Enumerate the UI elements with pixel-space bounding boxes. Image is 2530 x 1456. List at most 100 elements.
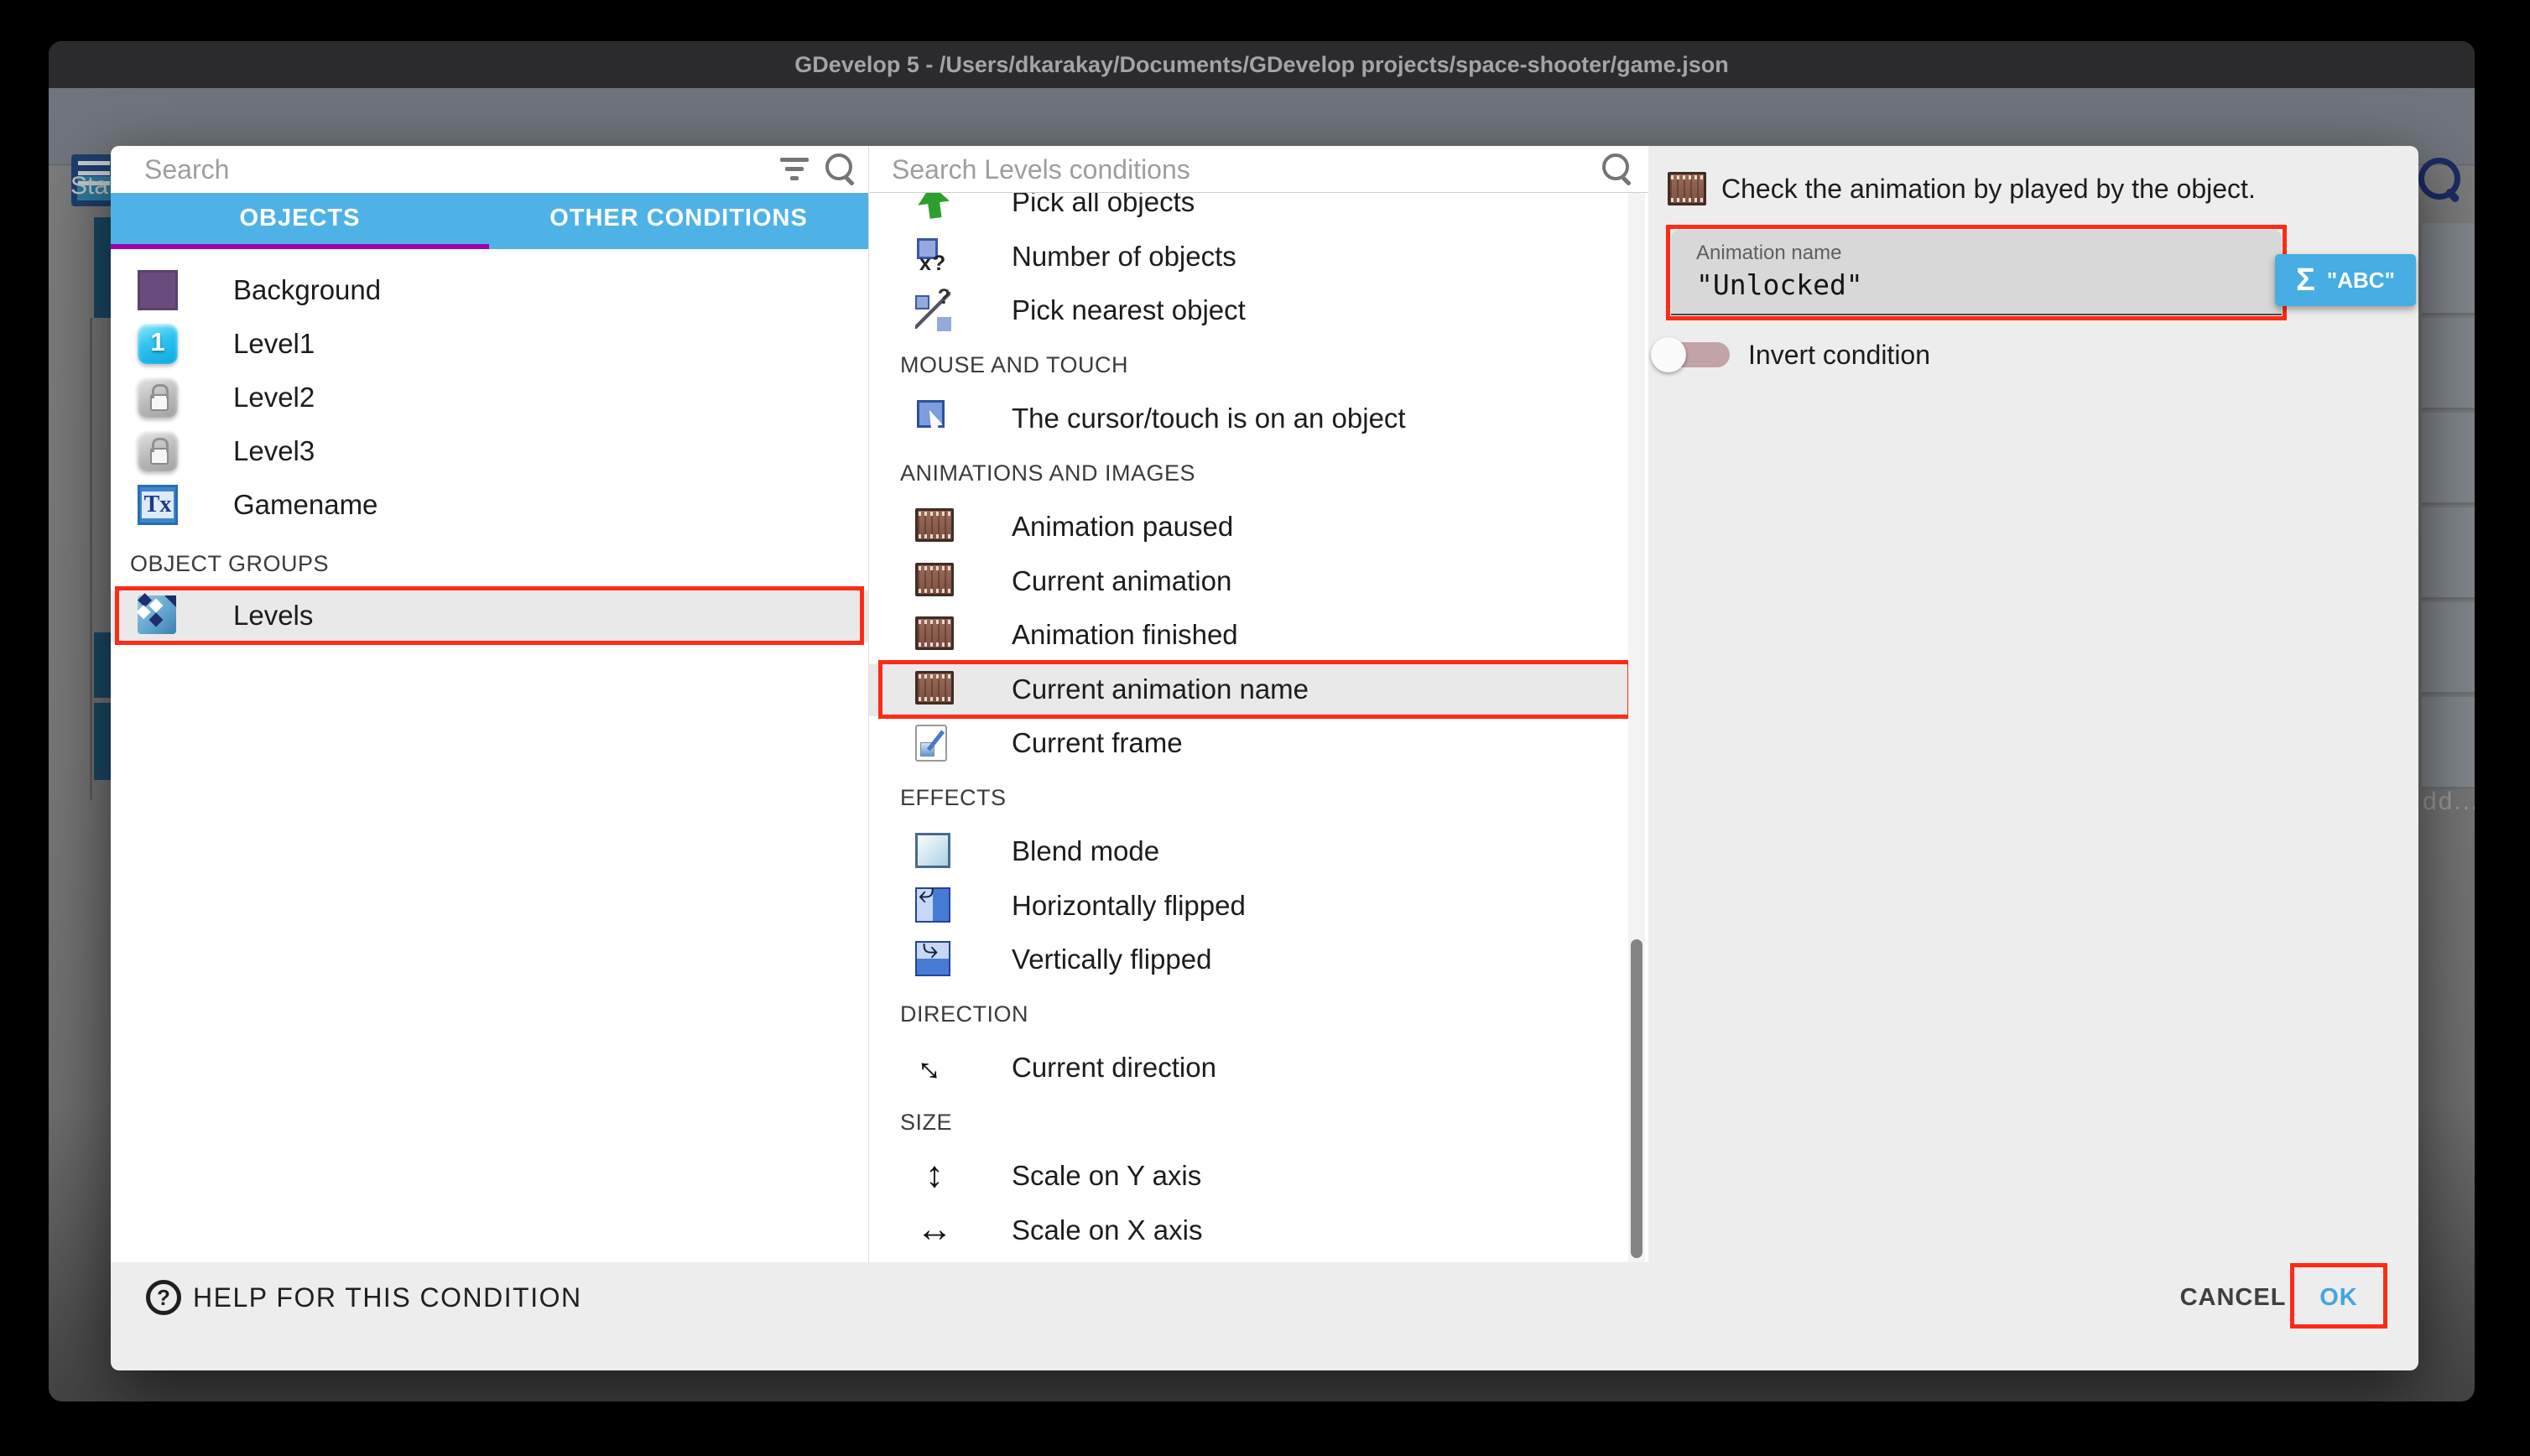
condition-section-header: DIRECTION — [900, 1001, 1028, 1027]
condition-list-item[interactable]: Scale on Y axis — [869, 1149, 1628, 1203]
row-label: Gamename — [233, 478, 377, 532]
tab-objects[interactable]: OBJECTS — [111, 193, 489, 244]
condition-list-item[interactable]: Current animation name — [869, 663, 1628, 716]
group-levels-icon — [138, 595, 176, 634]
row-label: Blend mode — [1012, 824, 1159, 878]
background-tab-fragment: Sta — [70, 172, 108, 200]
search-icon[interactable] — [2415, 154, 2464, 205]
row-label: Vertically flipped — [1012, 933, 1211, 986]
scale-x-icon — [915, 1212, 954, 1251]
background-event-block — [94, 632, 112, 698]
row-label: Levels — [233, 589, 313, 642]
row-label: Background — [233, 263, 381, 317]
background-event-row — [2422, 507, 2475, 600]
background-event-block — [94, 703, 112, 780]
row-label: Number of objects — [1012, 230, 1236, 283]
object-list-item[interactable]: Level2 — [111, 371, 868, 424]
background-event-row — [2422, 413, 2475, 505]
condition-list-item[interactable]: Animation paused — [869, 500, 1628, 554]
objects-search-input[interactable] — [144, 151, 748, 188]
film-icon — [1668, 172, 1706, 205]
object-list-item[interactable]: Level3 — [111, 424, 868, 478]
background-event-block — [94, 217, 112, 318]
filter-icon[interactable] — [780, 158, 809, 183]
conditions-list: Pick all objectsNumber of objectsPick ne… — [869, 193, 1648, 1262]
row-label: Current animation name — [1012, 663, 1309, 716]
condition-list-item[interactable]: Current frame — [869, 716, 1628, 770]
row-label: Scale on Y axis — [1012, 1149, 1201, 1203]
app-window: GDevelop 5 - /Users/dkarakay/Documents/G… — [49, 41, 2475, 1401]
level-locked-icon — [138, 377, 178, 418]
hflip-icon — [915, 887, 950, 923]
row-label: Level3 — [233, 424, 315, 478]
row-label: Level2 — [233, 371, 315, 424]
invert-condition-toggle-knob[interactable] — [1651, 337, 1686, 372]
condition-section-header: ANIMATIONS AND IMAGES — [900, 460, 1195, 486]
condition-list-item[interactable]: Blend mode — [869, 824, 1628, 878]
background-truncated-text: dd... — [2423, 788, 2475, 816]
condition-list-item[interactable]: Current animation — [869, 554, 1628, 608]
object-list-item[interactable]: Level1 — [111, 317, 868, 371]
nearest-icon — [915, 292, 950, 329]
condition-section-header: MOUSE AND TOUCH — [900, 352, 1128, 378]
tab-other-conditions[interactable]: OTHER CONDITIONS — [489, 193, 868, 244]
conditions-search-input[interactable] — [892, 151, 1512, 188]
object-group-item[interactable]: Levels — [111, 589, 868, 642]
condition-editor-dialog: OBJECTS OTHER CONDITIONS BackgroundLevel… — [111, 146, 2418, 1370]
help-link[interactable]: HELP FOR THIS CONDITION — [193, 1280, 582, 1315]
abc-label: "ABC" — [2327, 268, 2395, 294]
conditions-search-icon[interactable] — [1602, 153, 1636, 187]
condition-list-item[interactable]: Pick nearest object — [869, 283, 1628, 337]
text-object-icon — [138, 485, 178, 525]
row-label: Scale on X axis — [1012, 1204, 1202, 1257]
condition-list-item[interactable]: The cursor/touch is on an object — [869, 392, 1628, 445]
condition-list-item[interactable]: Pick all objects — [869, 193, 1628, 229]
background-event-row — [2422, 602, 2475, 694]
object-list-item[interactable]: Background — [111, 263, 868, 317]
square-purple-icon — [138, 270, 178, 310]
film-icon — [915, 616, 954, 650]
row-label: Current frame — [1012, 716, 1183, 770]
invert-condition-label: Invert condition — [1748, 337, 1930, 372]
animation-name-label: Animation name — [1696, 242, 1841, 265]
row-label: Current direction — [1012, 1041, 1216, 1095]
condition-list-item[interactable]: Scale on X axis — [869, 1204, 1628, 1257]
cursor-icon — [915, 400, 954, 439]
sigma-icon: Σ — [2296, 263, 2315, 299]
objects-search-icon[interactable] — [825, 153, 859, 187]
row-label: Pick all objects — [1012, 193, 1195, 229]
row-label: Animation paused — [1012, 500, 1233, 554]
ok-button[interactable]: OK — [2297, 1272, 2381, 1323]
objects-list: BackgroundLevel1Level2Level3GamenameOBJE… — [111, 249, 868, 1262]
number-icon — [915, 238, 954, 277]
level-one-icon — [138, 324, 178, 364]
condition-description: Check the animation by played by the obj… — [1721, 174, 2256, 205]
film-icon — [915, 508, 954, 542]
direction-icon — [915, 1049, 954, 1088]
condition-section-header: EFFECTS — [900, 785, 1007, 811]
expression-builder-button[interactable]: Σ "ABC" — [2275, 254, 2416, 306]
level-locked-icon — [138, 431, 178, 471]
condition-list-item[interactable]: Number of objects — [869, 230, 1628, 283]
object-list-item[interactable]: Gamename — [111, 478, 868, 532]
background-event-row — [2422, 318, 2475, 410]
condition-list-item[interactable]: Vertically flipped — [869, 933, 1628, 986]
film-icon — [915, 671, 954, 705]
pick-all-icon — [913, 193, 956, 223]
row-label: The cursor/touch is on an object — [1012, 392, 1406, 445]
row-label: Current animation — [1012, 554, 1231, 608]
row-label: Animation finished — [1012, 608, 1238, 662]
titlebar: GDevelop 5 - /Users/dkarakay/Documents/G… — [49, 41, 2475, 88]
window-title: GDevelop 5 - /Users/dkarakay/Documents/G… — [49, 41, 2475, 88]
left-panel-tabbar: OBJECTS OTHER CONDITIONS — [111, 193, 868, 249]
help-icon[interactable] — [146, 1280, 181, 1315]
film-icon — [915, 563, 954, 596]
condition-section-header: SIZE — [900, 1110, 952, 1136]
condition-list-item[interactable]: Current direction — [869, 1041, 1628, 1095]
condition-list-item[interactable]: Animation finished — [869, 608, 1628, 662]
conditions-scrollbar-thumb[interactable] — [1631, 939, 1642, 1258]
condition-list-item[interactable]: Horizontally flipped — [869, 879, 1628, 933]
animation-name-field[interactable]: Animation name "Unlocked" — [1671, 230, 2282, 315]
scale-y-icon — [915, 1157, 954, 1196]
cancel-button[interactable]: CANCEL — [2166, 1272, 2300, 1323]
